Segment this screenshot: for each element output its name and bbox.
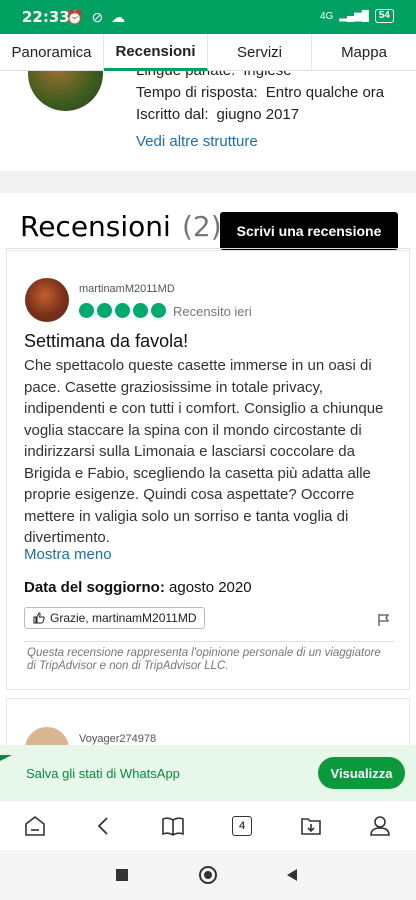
languages-value: Inglese xyxy=(243,71,291,79)
response-label: Tempo di risposta: xyxy=(136,84,258,101)
avatar[interactable] xyxy=(25,278,69,322)
rating-bubbles xyxy=(79,303,166,318)
stay-date: Data del soggiorno: agosto 2020 xyxy=(24,579,252,596)
thanks-label: Grazie, martinamM2011MD xyxy=(50,611,197,625)
rating-bubble-icon xyxy=(97,303,112,318)
joined-value: giugno 2017 xyxy=(216,106,300,123)
no-disturb-icon: ⊘ xyxy=(91,9,104,25)
recents-icon[interactable] xyxy=(116,869,128,881)
home-button-icon[interactable] xyxy=(199,866,217,884)
alarm-icon: ⏰ xyxy=(66,9,84,25)
stay-date-value: agosto 2020 xyxy=(169,579,252,596)
home-icon[interactable] xyxy=(22,813,48,839)
review-username[interactable]: Voyager274978 xyxy=(79,733,156,745)
review-username[interactable]: martinamM2011MD xyxy=(79,283,175,295)
browser-toolbar: 4 xyxy=(0,800,416,850)
card-divider xyxy=(24,641,394,642)
flag-icon[interactable] xyxy=(377,613,391,627)
review-disclaimer: Questa recensione rappresenta l'opinione… xyxy=(27,647,381,672)
system-back-icon[interactable] xyxy=(285,868,299,882)
host-photo xyxy=(28,71,103,111)
tabs-icon[interactable]: 4 xyxy=(229,813,255,839)
review-body: Che spettacolo queste casette immerse in… xyxy=(24,357,384,546)
stay-date-label: Data del soggiorno: xyxy=(24,579,165,596)
banner-corner-icon xyxy=(0,755,12,761)
reviews-count: (2) xyxy=(182,210,222,243)
rating-bubble-icon xyxy=(151,303,166,318)
thanks-button[interactable]: Grazie, martinamM2011MD xyxy=(24,607,206,629)
bookmarks-icon[interactable] xyxy=(160,813,186,839)
tab-bar: Panoramica Recensioni Servizi Mappa xyxy=(0,34,416,71)
status-time: 22:33 xyxy=(22,8,70,26)
tab-overview[interactable]: Panoramica xyxy=(0,34,104,71)
rating-bubble-icon xyxy=(115,303,130,318)
thumbs-up-icon xyxy=(33,612,45,624)
rating-bubble-icon xyxy=(79,303,94,318)
host-info: Lingue parlate: Inglese Tempo di risposta… xyxy=(0,71,416,171)
tab-services[interactable]: Servizi xyxy=(208,34,312,71)
response-value: Entro qualche ora xyxy=(265,84,385,101)
more-properties-link[interactable]: Vedi altre strutture xyxy=(136,133,258,150)
tab-reviews[interactable]: Recensioni xyxy=(104,34,208,71)
write-review-button[interactable]: Scrivi una recensione xyxy=(220,212,398,250)
languages-label: Lingue parlate: xyxy=(136,71,235,79)
downloads-icon[interactable] xyxy=(298,813,324,839)
tab-map[interactable]: Mappa xyxy=(312,34,416,71)
status-bar: 22:33 ⏰ ⊘ ☁ 4G ▂▄▆█ 54 xyxy=(0,0,416,34)
rating-bubble-icon xyxy=(133,303,148,318)
reviews-title: Recensioni xyxy=(20,210,171,243)
system-nav-bar xyxy=(0,850,416,900)
network-label: 4G xyxy=(319,10,334,22)
review-date: Recensito ieri xyxy=(173,304,252,319)
tab-count: 4 xyxy=(232,816,252,836)
show-less-link[interactable]: Mostra meno xyxy=(24,546,112,563)
profile-icon[interactable] xyxy=(367,813,393,839)
whatsapp-banner-text: Salva gli stati di WhatsApp xyxy=(26,766,180,781)
section-divider xyxy=(0,171,416,193)
joined-label: Iscritto dal: xyxy=(136,106,209,123)
battery-icon: 54 xyxy=(374,9,394,23)
back-icon[interactable] xyxy=(91,813,117,839)
view-button[interactable]: Visualizza xyxy=(318,757,405,789)
cloud-icon: ☁ xyxy=(111,9,126,25)
header-divider xyxy=(6,248,410,249)
review-card: martinamM2011MD Recensito ieri Settimana… xyxy=(6,250,410,690)
reviews-header: Recensioni (2) Scrivi una recensione xyxy=(0,193,416,250)
whatsapp-banner: Salva gli stati di WhatsApp Visualizza xyxy=(0,745,416,800)
review-title: Settimana da favola! xyxy=(24,331,189,351)
signal-icon: ▂▄▆█ xyxy=(339,10,369,22)
